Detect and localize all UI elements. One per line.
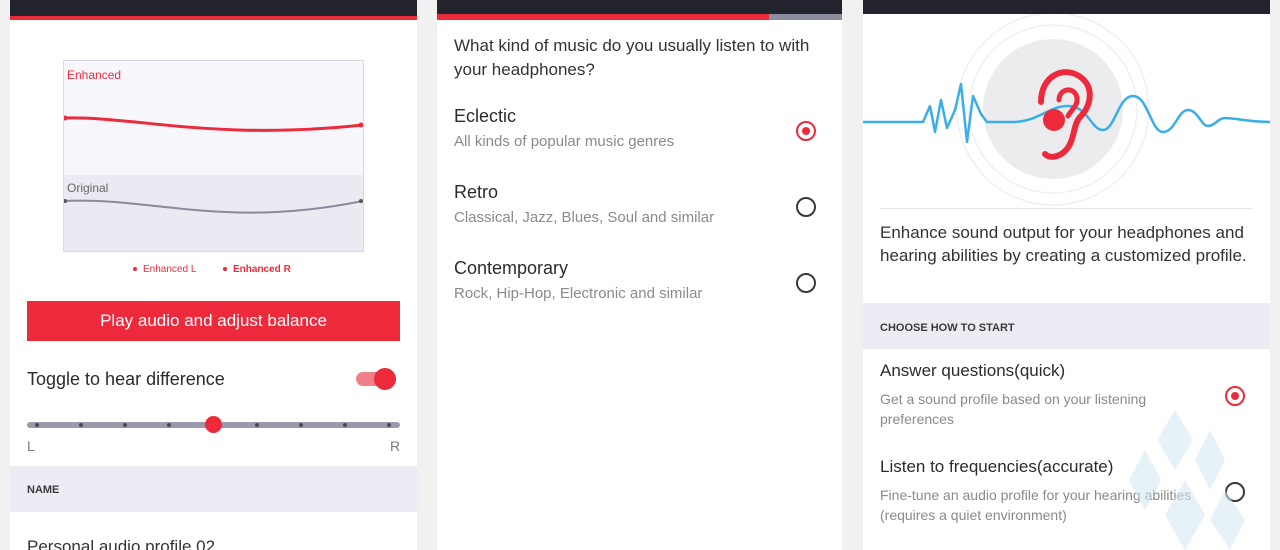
watermark-logo: [1129, 410, 1245, 550]
name-header-label: NAME: [27, 484, 60, 496]
music-question-screen: What kind of music do you usually listen…: [437, 0, 842, 550]
slider-tick: [343, 423, 347, 427]
balance-chart: Enhanced Original: [63, 60, 364, 252]
choose-header-label: CHOOSE HOW TO START: [880, 322, 1015, 334]
slider-tick: [123, 423, 127, 427]
option-title: Eclectic: [454, 106, 517, 126]
option-title[interactable]: Listen to frequencies(accurate): [880, 457, 1113, 477]
option-subtitle: Classical, Jazz, Blues, Soul and similar: [454, 209, 715, 226]
gutter: [417, 0, 437, 550]
choose-section-header: CHOOSE HOW TO START: [863, 303, 1270, 349]
enhanced-start-point: [64, 115, 68, 121]
app-bar: [10, 0, 417, 16]
original-end-point: [359, 199, 363, 203]
progress-bar: [437, 14, 769, 20]
option-subtitle: All kinds of popular music genres: [454, 133, 675, 150]
option-title: Retro: [454, 182, 499, 202]
radio-retro[interactable]: [796, 197, 816, 217]
radio-contemporary[interactable]: [796, 273, 816, 293]
original-curve: [64, 199, 363, 214]
slider-tick: [255, 423, 259, 427]
option-title[interactable]: Answer questions(quick): [880, 361, 1065, 381]
legend-right: Enhanced R: [223, 264, 291, 275]
option-subtitle: Rock, Hip-Hop, Electronic and similar: [454, 285, 703, 302]
slider-thumb[interactable]: [205, 416, 222, 433]
slider-tick: [35, 423, 39, 427]
question-text: What kind of music do you usually listen…: [454, 36, 810, 79]
balance-slider[interactable]: [27, 410, 400, 440]
legend-right-label: Enhanced R: [233, 264, 291, 275]
option-contemporary[interactable]: Contemporary Rock, Hip-Hop, Electronic a…: [454, 258, 834, 302]
curves: [64, 115, 363, 214]
slider-right-label: R: [390, 438, 401, 454]
option-retro[interactable]: Retro Classical, Jazz, Blues, Soul and s…: [454, 182, 834, 226]
legend-left: Enhanced L: [133, 264, 196, 275]
difference-toggle[interactable]: [356, 368, 396, 390]
slider-tick: [167, 423, 171, 427]
option-title: Contemporary: [454, 258, 569, 278]
progress-bar: [10, 16, 417, 20]
play-audio-button[interactable]: Play audio and adjust balance: [27, 301, 400, 341]
slider-left-label: L: [27, 438, 35, 454]
app-bar: [863, 0, 1270, 14]
profile-name-field[interactable]: Personal audio profile 02: [27, 537, 215, 550]
toggle-label: Toggle to hear difference: [27, 369, 225, 389]
intro-text: Enhance sound output for your headphones…: [880, 223, 1247, 265]
radio-eclectic[interactable]: [796, 121, 816, 141]
original-start-point: [64, 199, 67, 203]
radio-answer-questions[interactable]: [1225, 386, 1245, 406]
toggle-knob: [374, 368, 396, 390]
hero-illustration: [863, 14, 1270, 206]
name-section-header: NAME: [10, 466, 417, 512]
divider: [880, 208, 1253, 209]
legend-left-label: Enhanced L: [143, 264, 197, 275]
option-eclectic[interactable]: Eclectic All kinds of popular music genr…: [454, 106, 834, 150]
slider-tick: [299, 423, 303, 427]
gutter: [842, 0, 863, 550]
gutter: [0, 0, 10, 550]
slider-tick: [387, 423, 391, 427]
slider-tick: [79, 423, 83, 427]
balance-screen: Enhanced Original Enhanced L Enhanced R …: [10, 0, 417, 550]
enhanced-curve: [64, 116, 363, 132]
app-bar: [437, 0, 842, 14]
